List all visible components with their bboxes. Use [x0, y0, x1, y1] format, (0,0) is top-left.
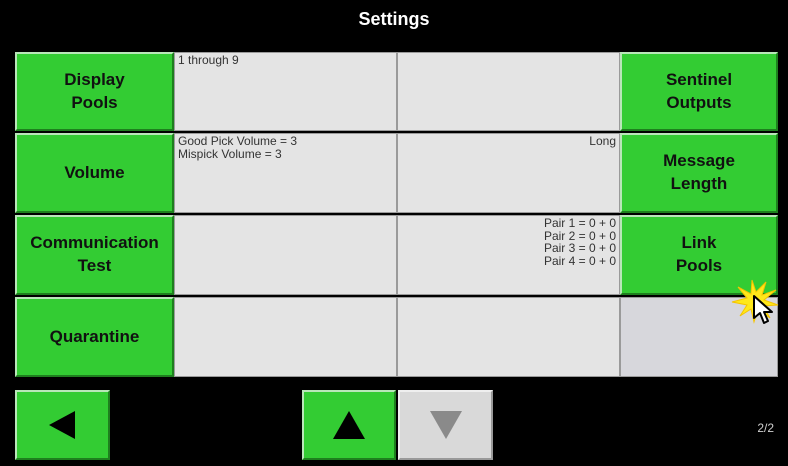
empty-button-slot [620, 297, 778, 377]
display-pools-button[interactable]: Display Pools [15, 52, 174, 131]
page-indicator: 2/2 [757, 421, 774, 435]
link-pools-button[interactable]: Link Pools [620, 215, 778, 295]
back-button[interactable] [15, 390, 110, 460]
communication-test-button[interactable]: Communication Test [15, 215, 174, 295]
scroll-up-button[interactable] [302, 390, 396, 460]
triangle-down-icon [429, 411, 462, 439]
empty-info-cell [397, 297, 620, 377]
page-title: Settings [358, 8, 430, 29]
empty-info-cell [174, 215, 397, 295]
volume-value: Good Pick Volume = 3 Mispick Volume = 3 [174, 133, 397, 213]
display-pools-value: 1 through 9 [174, 52, 397, 131]
triangle-up-icon [333, 411, 365, 439]
sentinel-outputs-button[interactable]: Sentinel Outputs [620, 52, 778, 131]
message-length-button[interactable]: Message Length [620, 133, 778, 213]
quarantine-button[interactable]: Quarantine [15, 297, 174, 377]
triangle-left-icon [48, 411, 75, 439]
volume-button[interactable]: Volume [15, 133, 174, 213]
scroll-down-button[interactable] [398, 390, 493, 460]
link-pools-value: Pair 1 = 0 + 0 Pair 2 = 0 + 0 Pair 3 = 0… [397, 215, 620, 295]
empty-info-cell [174, 297, 397, 377]
message-length-value: Long [397, 133, 620, 213]
empty-info-cell [397, 52, 620, 131]
